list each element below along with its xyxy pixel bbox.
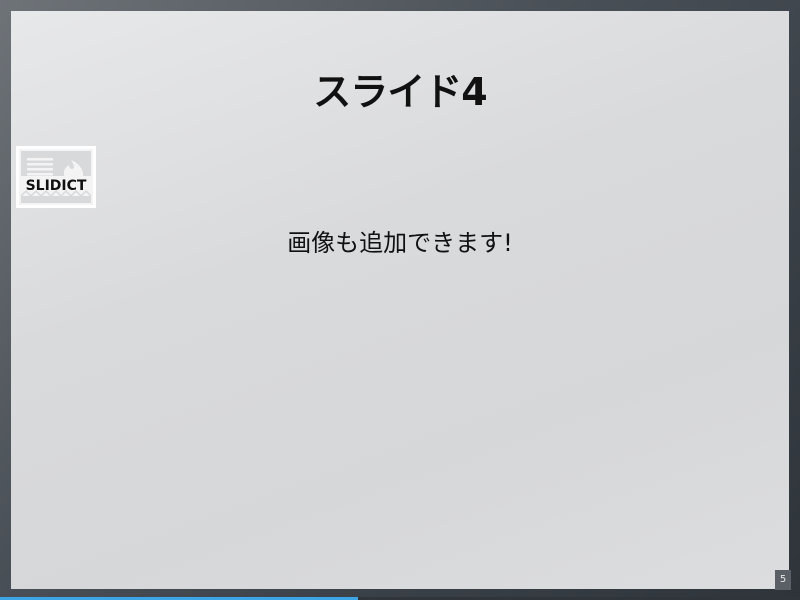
slide: スライド4 SLIDICT 画像も追加できます!	[11, 11, 789, 589]
logo-text: SLIDICT	[25, 178, 87, 194]
slidict-logo: SLIDICT	[16, 146, 96, 208]
document-fire-icon	[16, 146, 96, 208]
slide-body-text: 画像も追加できます!	[287, 229, 513, 257]
page-number: 5	[775, 570, 791, 590]
slide-title: スライド4	[313, 70, 487, 114]
